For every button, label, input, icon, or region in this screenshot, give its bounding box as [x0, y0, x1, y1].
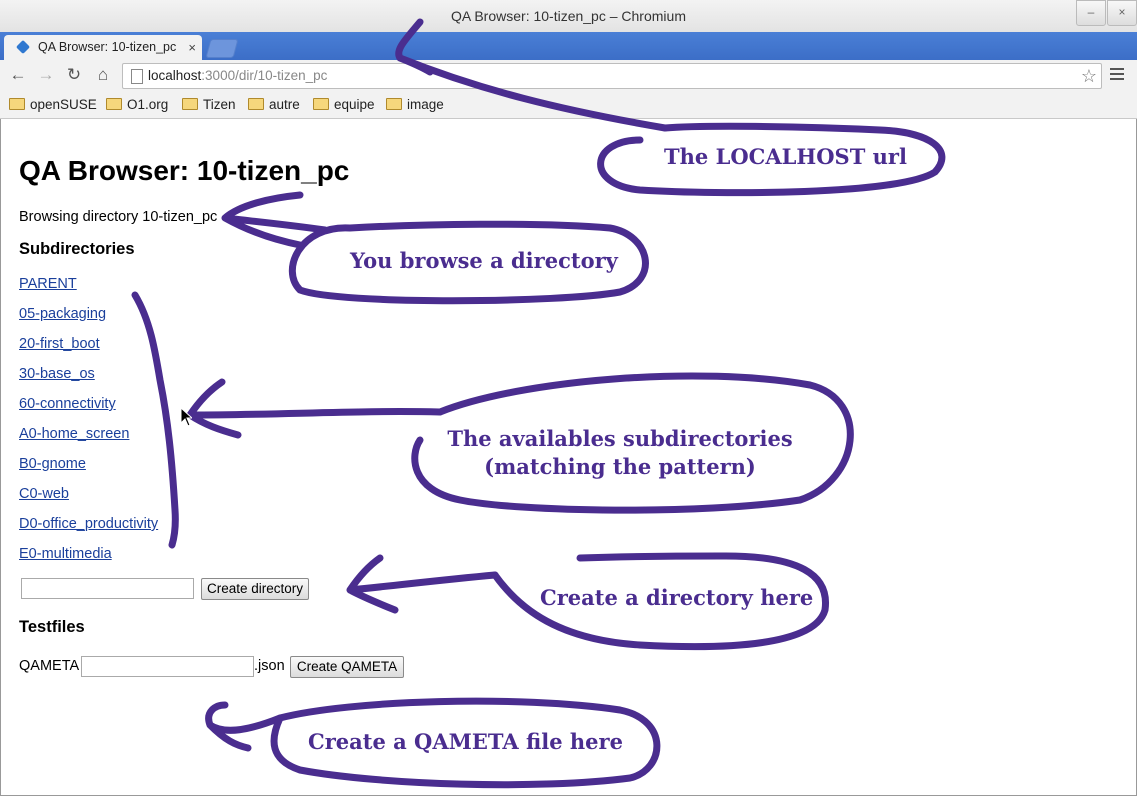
folder-icon	[248, 98, 264, 110]
folder-icon	[9, 98, 25, 110]
subdir-link[interactable]: C0-web	[19, 486, 69, 502]
create-dir-annotation: Create a directory here	[540, 585, 814, 610]
window-title: QA Browser: 10-tizen_pc – Chromium	[451, 8, 686, 24]
create-qameta-button[interactable]: Create QAMETA	[290, 656, 404, 678]
subdirs-annotation-line1: The availables subdirectories	[447, 426, 793, 451]
tab-close-icon[interactable]: ×	[188, 35, 196, 60]
folder-icon	[313, 98, 329, 110]
subdir-link[interactable]: 20-first_boot	[19, 336, 100, 352]
mouse-cursor-icon	[180, 407, 192, 427]
url-path: :3000/dir/10-tizen_pc	[201, 68, 328, 83]
subdir-link-parent[interactable]: PARENT	[19, 276, 77, 292]
tab-strip: QA Browser: 10-tizen_pc ×	[0, 32, 1137, 60]
json-suffix: .json	[254, 658, 285, 674]
testfiles-heading: Testfiles	[19, 618, 85, 636]
subdir-link[interactable]: A0-home_screen	[19, 426, 129, 442]
subdir-link[interactable]: B0-gnome	[19, 456, 86, 472]
subdir-link[interactable]: 60-connectivity	[19, 396, 116, 412]
bookmark-image[interactable]: image	[386, 96, 444, 114]
folder-icon	[386, 98, 402, 110]
close-window-button[interactable]: ×	[1107, 0, 1137, 26]
qameta-name-input[interactable]	[81, 656, 254, 677]
folder-icon	[182, 98, 198, 110]
bookmark-o1org[interactable]: O1.org	[106, 96, 168, 114]
subdir-link[interactable]: 30-base_os	[19, 366, 95, 382]
subdirs-annotation: The availables subdirectories (matching …	[440, 425, 800, 481]
forward-icon[interactable]: →	[35, 64, 57, 86]
bookmark-tizen[interactable]: Tizen	[182, 96, 236, 114]
url-annotation: The LOCALHOST url	[664, 144, 907, 169]
browser-tab[interactable]: QA Browser: 10-tizen_pc ×	[4, 35, 202, 60]
subdir-link[interactable]: D0-office_productivity	[19, 516, 158, 532]
back-icon[interactable]: ←	[7, 64, 29, 86]
folder-icon	[106, 98, 122, 110]
address-bar[interactable]: localhost:3000/dir/10-tizen_pc ☆	[122, 63, 1102, 89]
qameta-label: QAMETA	[19, 658, 80, 674]
minimize-button[interactable]: –	[1076, 0, 1106, 26]
window-title-bar: QA Browser: 10-tizen_pc – Chromium – ×	[0, 0, 1137, 32]
bookmarks-bar: openSUSE O1.org Tizen autre equipe image	[0, 92, 1137, 119]
tab-favicon-icon	[15, 39, 31, 55]
page-title: QA Browser: 10-tizen_pc	[19, 155, 350, 186]
subdirectories-heading: Subdirectories	[19, 240, 135, 258]
qameta-annotation: Create a QAMETA file here	[308, 729, 623, 754]
subdirs-annotation-line2: (matching the pattern)	[484, 454, 756, 479]
bookmark-opensuse[interactable]: openSUSE	[9, 96, 97, 114]
url-host: localhost	[148, 68, 202, 83]
new-directory-input[interactable]	[21, 578, 194, 599]
menu-icon[interactable]	[1110, 68, 1124, 83]
subdir-link[interactable]: 05-packaging	[19, 306, 106, 322]
new-tab-button[interactable]	[205, 39, 239, 58]
browser-toolbar: ← → ↻ ⌂ localhost:3000/dir/10-tizen_pc ☆	[0, 60, 1137, 92]
subdir-link[interactable]: E0-multimedia	[19, 546, 112, 562]
bookmark-star-icon[interactable]: ☆	[1081, 64, 1097, 88]
browse-annotation: You browse a directory	[350, 248, 618, 273]
reload-icon[interactable]: ↻	[63, 64, 85, 86]
page-icon	[131, 69, 143, 84]
tab-title: QA Browser: 10-tizen_pc	[38, 40, 177, 54]
bookmark-autre[interactable]: autre	[248, 96, 300, 114]
home-icon[interactable]: ⌂	[92, 64, 114, 86]
bookmark-equipe[interactable]: equipe	[313, 96, 375, 114]
browsing-directory-text: Browsing directory 10-tizen_pc	[19, 209, 218, 225]
create-directory-button[interactable]: Create directory	[201, 578, 309, 600]
